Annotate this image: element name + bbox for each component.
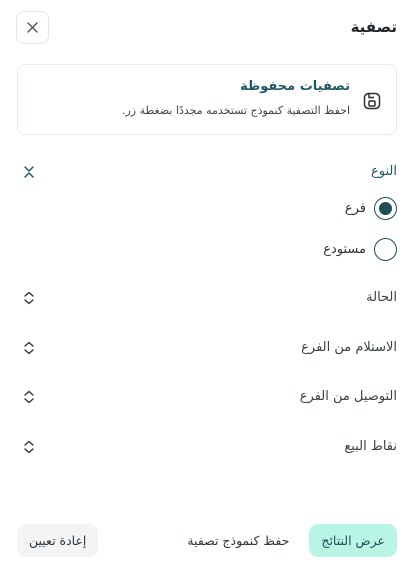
radio-label-warehouse: مستودع — [323, 242, 366, 257]
expand-icon — [22, 440, 36, 454]
radio-label-branch: فرع — [344, 201, 366, 216]
saved-filters-card[interactable]: تصفيات محفوظة احفظ التصفية كنموذج تستخدم… — [17, 64, 397, 135]
close-button[interactable] — [16, 10, 49, 44]
page-title: تصفية — [350, 18, 397, 36]
radio-button-branch[interactable] — [374, 197, 397, 220]
radio-button-warehouse[interactable] — [374, 238, 397, 261]
reset-button[interactable]: إعادة تعيين — [17, 524, 99, 557]
save-icon — [363, 92, 381, 110]
radio-option-branch[interactable]: فرع — [345, 197, 397, 220]
section-status[interactable]: الحالة — [22, 290, 397, 305]
section-title-pos: نقاط البيع — [344, 439, 397, 454]
type-section-header[interactable]: النوع — [22, 164, 397, 179]
filter-footer: عرض النتائج حفظ كنموذج تصفية إعادة تعيين — [17, 524, 397, 557]
saved-filters-description: احفظ التصفية كنموذج تستخدمه مجددًا بضغطة… — [121, 104, 350, 117]
expand-icon — [22, 291, 36, 305]
radio-option-warehouse[interactable]: مستودع — [323, 238, 397, 261]
expand-icon — [22, 341, 36, 355]
section-title-branch-delivery: التوصيل من الفرع — [299, 389, 397, 404]
section-branch-pickup[interactable]: الاستلام من الفرع — [22, 340, 397, 355]
section-pos[interactable]: نقاط البيع — [22, 439, 397, 454]
collapse-icon — [22, 165, 36, 179]
filter-header: تصفية — [16, 10, 397, 44]
expand-icon — [22, 390, 36, 404]
close-icon — [27, 21, 38, 33]
save-as-template-button[interactable]: حفظ كنموذج تصفية — [187, 533, 289, 548]
section-title-branch-pickup: الاستلام من الفرع — [301, 340, 397, 355]
section-branch-delivery[interactable]: التوصيل من الفرع — [22, 389, 397, 404]
section-title-status: الحالة — [366, 290, 397, 305]
show-results-button[interactable]: عرض النتائج — [309, 524, 397, 557]
saved-filters-title: تصفيات محفوظة — [240, 79, 350, 94]
type-section-title: النوع — [371, 164, 397, 179]
radio-selected-dot — [379, 202, 392, 215]
